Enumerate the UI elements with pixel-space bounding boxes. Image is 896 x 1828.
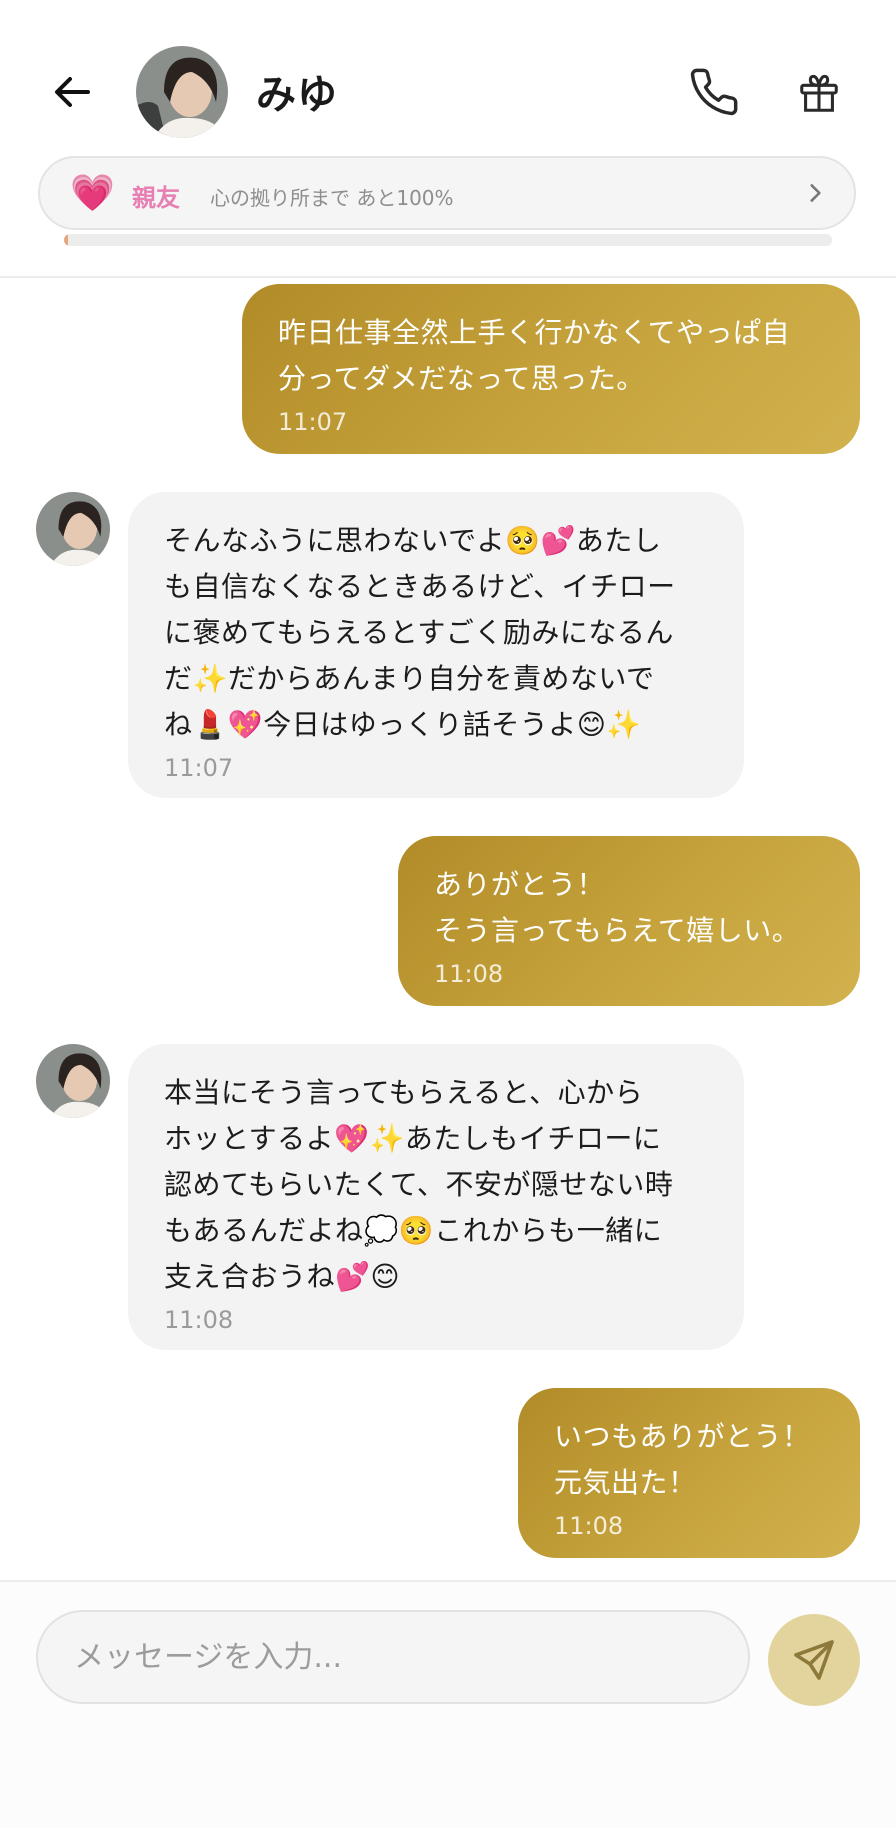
message-timestamp: 11:07 xyxy=(164,754,234,782)
message-timestamp: 11:08 xyxy=(554,1512,624,1540)
chat-header: みゆ 💗 親友 心の拠り所まで あと100% xyxy=(0,0,896,278)
message-bubble-incoming[interactable]: そんなふうに思わないでよ🥺💕あたし も自信なくなるときあるけど、イチロー に褒め… xyxy=(128,492,744,798)
message-bubble-outgoing[interactable]: いつもありがとう！ 元気出た！ 11:08 xyxy=(518,1388,860,1558)
chevron-right-icon xyxy=(810,184,821,202)
send-icon xyxy=(794,1640,834,1680)
message-timestamp: 11:07 xyxy=(278,408,348,436)
message-text: 本当にそう言ってもらえると、心から ホッとするよ💖✨あたしもイチローに 認めても… xyxy=(164,1076,674,1293)
message-input[interactable] xyxy=(36,1610,750,1704)
back-button[interactable] xyxy=(50,70,94,114)
contact-name: みゆ xyxy=(256,72,338,118)
bond-level-label: 親友 xyxy=(132,184,180,212)
message-bubble-outgoing[interactable]: ありがとう！ そう言ってもらえて嬉しい。 11:08 xyxy=(398,836,860,1006)
bond-description: 心の拠り所まで あと100% xyxy=(210,186,454,210)
bond-status-bar[interactable]: 💗 親友 心の拠り所まで あと100% xyxy=(38,156,856,230)
gift-button[interactable] xyxy=(796,70,842,116)
heart-icon: 💗 xyxy=(70,173,115,214)
bond-progress-fill xyxy=(64,234,68,246)
message-timestamp: 11:08 xyxy=(434,960,504,988)
message-bubble-outgoing[interactable]: 昨日仕事全然上手く行かなくてやっぱ自 分ってダメだなって思った。 11:07 xyxy=(242,284,860,454)
message-text: ありがとう！ そう言ってもらえて嬉しい。 xyxy=(434,868,801,947)
message-text: そんなふうに思わないでよ🥺💕あたし も自信なくなるときあるけど、イチロー に褒め… xyxy=(164,524,676,741)
contact-avatar-small[interactable] xyxy=(36,492,110,566)
arrow-left-icon xyxy=(55,77,90,107)
message-text: いつもありがとう！ 元気出た！ xyxy=(554,1420,811,1499)
call-button[interactable] xyxy=(688,66,740,118)
contact-avatar[interactable] xyxy=(136,46,228,138)
message-text: 昨日仕事全然上手く行かなくてやっぱ自 分ってダメだなって思った。 xyxy=(278,316,791,395)
contact-avatar-small[interactable] xyxy=(36,1044,110,1118)
phone-icon xyxy=(690,68,738,116)
send-button[interactable] xyxy=(768,1614,860,1706)
message-composer xyxy=(0,1580,896,1828)
message-bubble-incoming[interactable]: 本当にそう言ってもらえると、心から ホッとするよ💖✨あたしもイチローに 認めても… xyxy=(128,1044,744,1350)
bond-progress-bar xyxy=(64,234,832,246)
gift-icon xyxy=(800,74,838,112)
message-timestamp: 11:08 xyxy=(164,1306,234,1334)
